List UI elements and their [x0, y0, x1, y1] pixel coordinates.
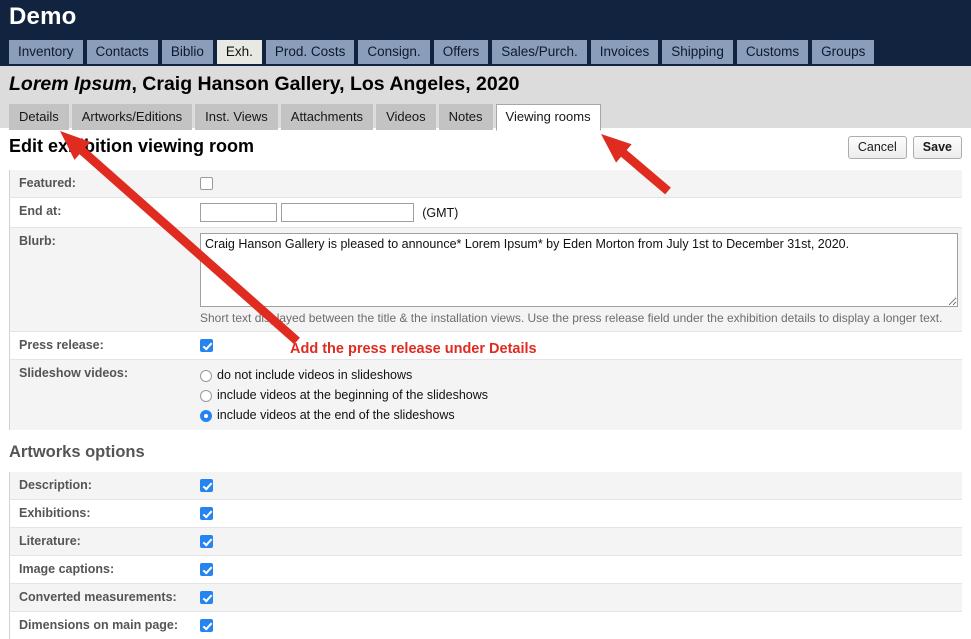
artworks-option-label-5: Dimensions on main page: — [19, 618, 179, 632]
main-tab-shipping[interactable]: Shipping — [662, 40, 733, 64]
viewing-room-form: Featured: End at: (GMT) Blurb: Craig Han… — [9, 170, 962, 430]
save-button[interactable]: Save — [912, 136, 962, 159]
table-row: Literature: — [9, 527, 962, 555]
artworks-option-field-2 — [200, 528, 962, 553]
exhibition-title: Lorem Ipsum, Craig Hanson Gallery, Los A… — [9, 73, 519, 96]
main-tab-invoices[interactable]: Invoices — [590, 40, 659, 64]
slideshow-option-label-1: include videos at the beginning of the s… — [217, 388, 489, 402]
blurb-textarea[interactable]: Craig Hanson Gallery is pleased to annou… — [200, 233, 958, 307]
main-tab-offers[interactable]: Offers — [433, 40, 489, 64]
artworks-option-checkbox-2[interactable] — [200, 535, 213, 549]
main-tab-consign[interactable]: Consign. — [358, 40, 430, 64]
press-release-checkbox[interactable] — [200, 339, 213, 353]
artworks-option-checkbox-4[interactable] — [200, 591, 213, 605]
artworks-option-label-1: Exhibitions: — [19, 506, 91, 520]
sub-tab-videos[interactable]: Videos — [376, 104, 436, 130]
artworks-option-field-5 — [200, 612, 962, 637]
artworks-option-checkbox-1[interactable] — [200, 507, 213, 521]
slideshow-option-label-2: include videos at the end of the slidesh… — [217, 408, 455, 422]
page-action-buttons: Cancel Save — [847, 136, 962, 159]
exhibition-sub-tab-bar: Details Artworks/Editions Inst. Views Attac… — [9, 103, 601, 131]
slideshow-videos-label: Slideshow videos: — [19, 366, 129, 380]
main-tab-sales-purch[interactable]: Sales/Purch. — [492, 40, 587, 64]
end-at-field: (GMT) — [200, 198, 962, 227]
main-tab-prod-costs[interactable]: Prod. Costs — [265, 40, 355, 64]
table-row: Converted measurements: — [9, 583, 962, 611]
app-brand-title: Demo — [9, 3, 77, 30]
form-row-end-at: End at: (GMT) — [9, 197, 962, 227]
form-row-featured: Featured: — [9, 170, 962, 197]
end-at-label: End at: — [19, 204, 62, 218]
artworks-options-heading: Artworks options — [9, 443, 145, 461]
sub-tab-notes[interactable]: Notes — [438, 104, 493, 130]
top-navigation-bar: Demo Inventory Contacts Biblio Exh. Prod. Co… — [0, 0, 971, 66]
slideshow-option-0[interactable]: do not include videos in slideshows — [200, 365, 962, 385]
slideshow-option-label-0: do not include videos in slideshows — [217, 368, 413, 382]
slideshow-videos-field: do not include videos in slideshows inclu… — [200, 360, 962, 430]
table-row: Description: — [9, 472, 962, 499]
sub-tab-attachments[interactable]: Attachments — [280, 104, 374, 130]
exhibition-title-details: , Craig Hanson Gallery, Los Angeles, 202… — [131, 73, 520, 95]
slideshow-option-radio-2[interactable] — [200, 409, 212, 422]
form-row-blurb: Blurb: Craig Hanson Gallery is pleased t… — [9, 227, 962, 331]
end-at-date-input[interactable] — [200, 203, 277, 222]
main-tab-groups[interactable]: Groups — [812, 40, 875, 64]
artworks-option-checkbox-5[interactable] — [200, 619, 213, 633]
slideshow-option-2[interactable]: include videos at the end of the slidesh… — [200, 405, 962, 425]
artworks-option-checkbox-0[interactable] — [200, 479, 213, 493]
sub-tab-viewing-rooms[interactable]: Viewing rooms — [495, 104, 601, 131]
table-row: Exhibitions: — [9, 499, 962, 527]
sub-tab-artworks-editions[interactable]: Artworks/Editions — [71, 104, 193, 130]
featured-label: Featured: — [19, 176, 76, 190]
featured-field — [200, 170, 962, 195]
artworks-option-field-4 — [200, 584, 962, 609]
slideshow-option-radio-0[interactable] — [200, 369, 212, 382]
main-tab-bar: Inventory Contacts Biblio Exh. Prod. Costs Co… — [9, 40, 875, 64]
sub-tab-details[interactable]: Details — [9, 104, 69, 130]
main-tab-exh[interactable]: Exh. — [216, 40, 262, 64]
end-at-time-input[interactable] — [280, 203, 414, 222]
press-release-label: Press release: — [19, 338, 104, 352]
slideshow-option-1[interactable]: include videos at the beginning of the s… — [200, 385, 962, 405]
blurb-label: Blurb: — [19, 234, 56, 248]
main-tab-contacts[interactable]: Contacts — [86, 40, 158, 64]
end-at-timezone-label: (GMT) — [422, 205, 459, 220]
artworks-options-form: Description: Exhibitions: Literature: Image… — [9, 472, 962, 639]
slideshow-option-radio-1[interactable] — [200, 389, 212, 402]
cancel-button[interactable]: Cancel — [847, 136, 907, 159]
artworks-option-label-3: Image captions: — [19, 562, 115, 576]
page-title: Edit exhibition viewing room — [9, 136, 255, 156]
main-tab-biblio[interactable]: Biblio — [161, 40, 213, 64]
main-tab-inventory[interactable]: Inventory — [9, 40, 83, 64]
artworks-option-label-2: Literature: — [19, 534, 81, 548]
table-row: Image captions: — [9, 555, 962, 583]
form-row-slideshow-videos: Slideshow videos: do not include videos … — [9, 359, 962, 430]
artworks-option-field-3 — [200, 556, 962, 581]
featured-checkbox[interactable] — [200, 177, 213, 191]
artworks-option-label-0: Description: — [19, 478, 92, 492]
annotation-note-text: Add the press release under Details — [290, 341, 537, 357]
artworks-option-field-1 — [200, 500, 962, 525]
sub-tab-inst-views[interactable]: Inst. Views — [195, 104, 278, 130]
blurb-hint-text: Short text displayed between the title &… — [200, 311, 943, 325]
exhibition-title-name: Lorem Ipsum — [9, 73, 132, 95]
table-row: Dimensions on main page: — [9, 611, 962, 639]
artworks-option-checkbox-3[interactable] — [200, 563, 213, 577]
blurb-field: Craig Hanson Gallery is pleased to annou… — [200, 228, 962, 331]
artworks-option-field-0 — [200, 472, 962, 497]
main-tab-customs[interactable]: Customs — [736, 40, 809, 64]
artworks-option-label-4: Converted measurements: — [19, 590, 177, 604]
